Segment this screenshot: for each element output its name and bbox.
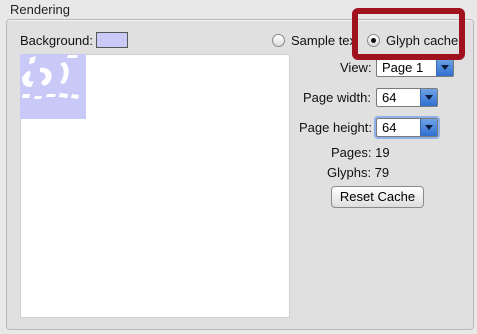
- section-title: Rendering: [10, 2, 70, 17]
- pages-count: Pages: 19: [331, 145, 390, 160]
- background-color-swatch[interactable]: [96, 32, 128, 48]
- page-width-value: 64: [382, 90, 397, 105]
- glyph-shapes: [22, 55, 79, 99]
- chevron-down-icon: [420, 89, 437, 106]
- view-label: View:: [340, 60, 372, 75]
- page-height-value: 64: [382, 120, 397, 135]
- background-label: Background:: [20, 33, 93, 48]
- highlight-box: [352, 8, 465, 60]
- reset-cache-button[interactable]: Reset Cache: [331, 186, 424, 208]
- glyph-cache-page: [20, 54, 86, 119]
- view-select-value: Page 1: [382, 60, 424, 75]
- page-height-select[interactable]: 64: [374, 116, 440, 139]
- chevron-down-icon: [436, 59, 453, 76]
- page-height-label: Page height:: [299, 120, 373, 135]
- view-select[interactable]: Page 1: [376, 58, 454, 77]
- page-width-select[interactable]: 64: [376, 88, 438, 107]
- page-width-label: Page width:: [303, 90, 371, 105]
- chevron-down-icon: [420, 119, 437, 136]
- glyphs-count: Glyphs: 79: [327, 165, 390, 180]
- sample-text-label[interactable]: Sample text: [291, 33, 353, 48]
- sample-text-radio[interactable]: [272, 34, 285, 47]
